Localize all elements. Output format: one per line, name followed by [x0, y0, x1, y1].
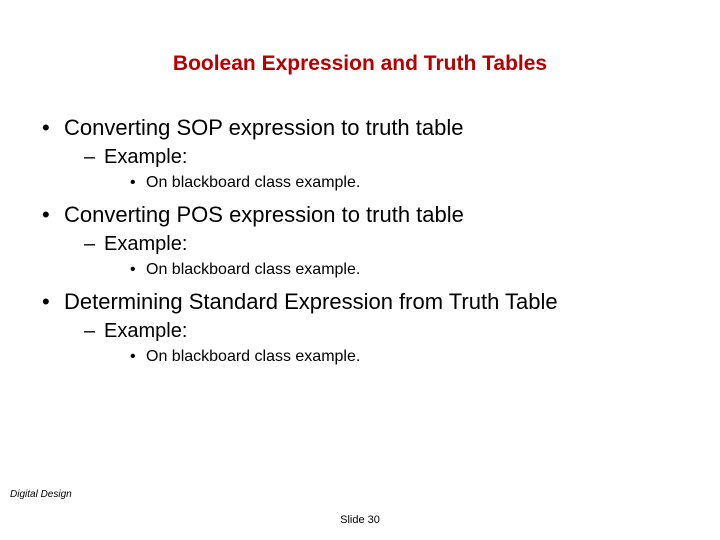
list-item: Example: — [38, 318, 682, 344]
slide-content: Converting SOP expression to truth table… — [38, 114, 682, 367]
list-item: Determining Standard Expression from Tru… — [38, 288, 682, 316]
list-item: On blackboard class example. — [38, 346, 682, 368]
list-item: On blackboard class example. — [38, 259, 682, 281]
slide: Boolean Expression and Truth Tables Conv… — [0, 0, 720, 540]
footer-slide-number: Slide 30 — [0, 514, 720, 526]
footer-left: Digital Design — [10, 489, 72, 500]
list-item: Converting SOP expression to truth table — [38, 114, 682, 142]
slide-title: Boolean Expression and Truth Tables — [38, 52, 682, 76]
list-item: Converting POS expression to truth table — [38, 201, 682, 229]
list-item: Example: — [38, 144, 682, 170]
list-item: Example: — [38, 231, 682, 257]
list-item: On blackboard class example. — [38, 172, 682, 194]
